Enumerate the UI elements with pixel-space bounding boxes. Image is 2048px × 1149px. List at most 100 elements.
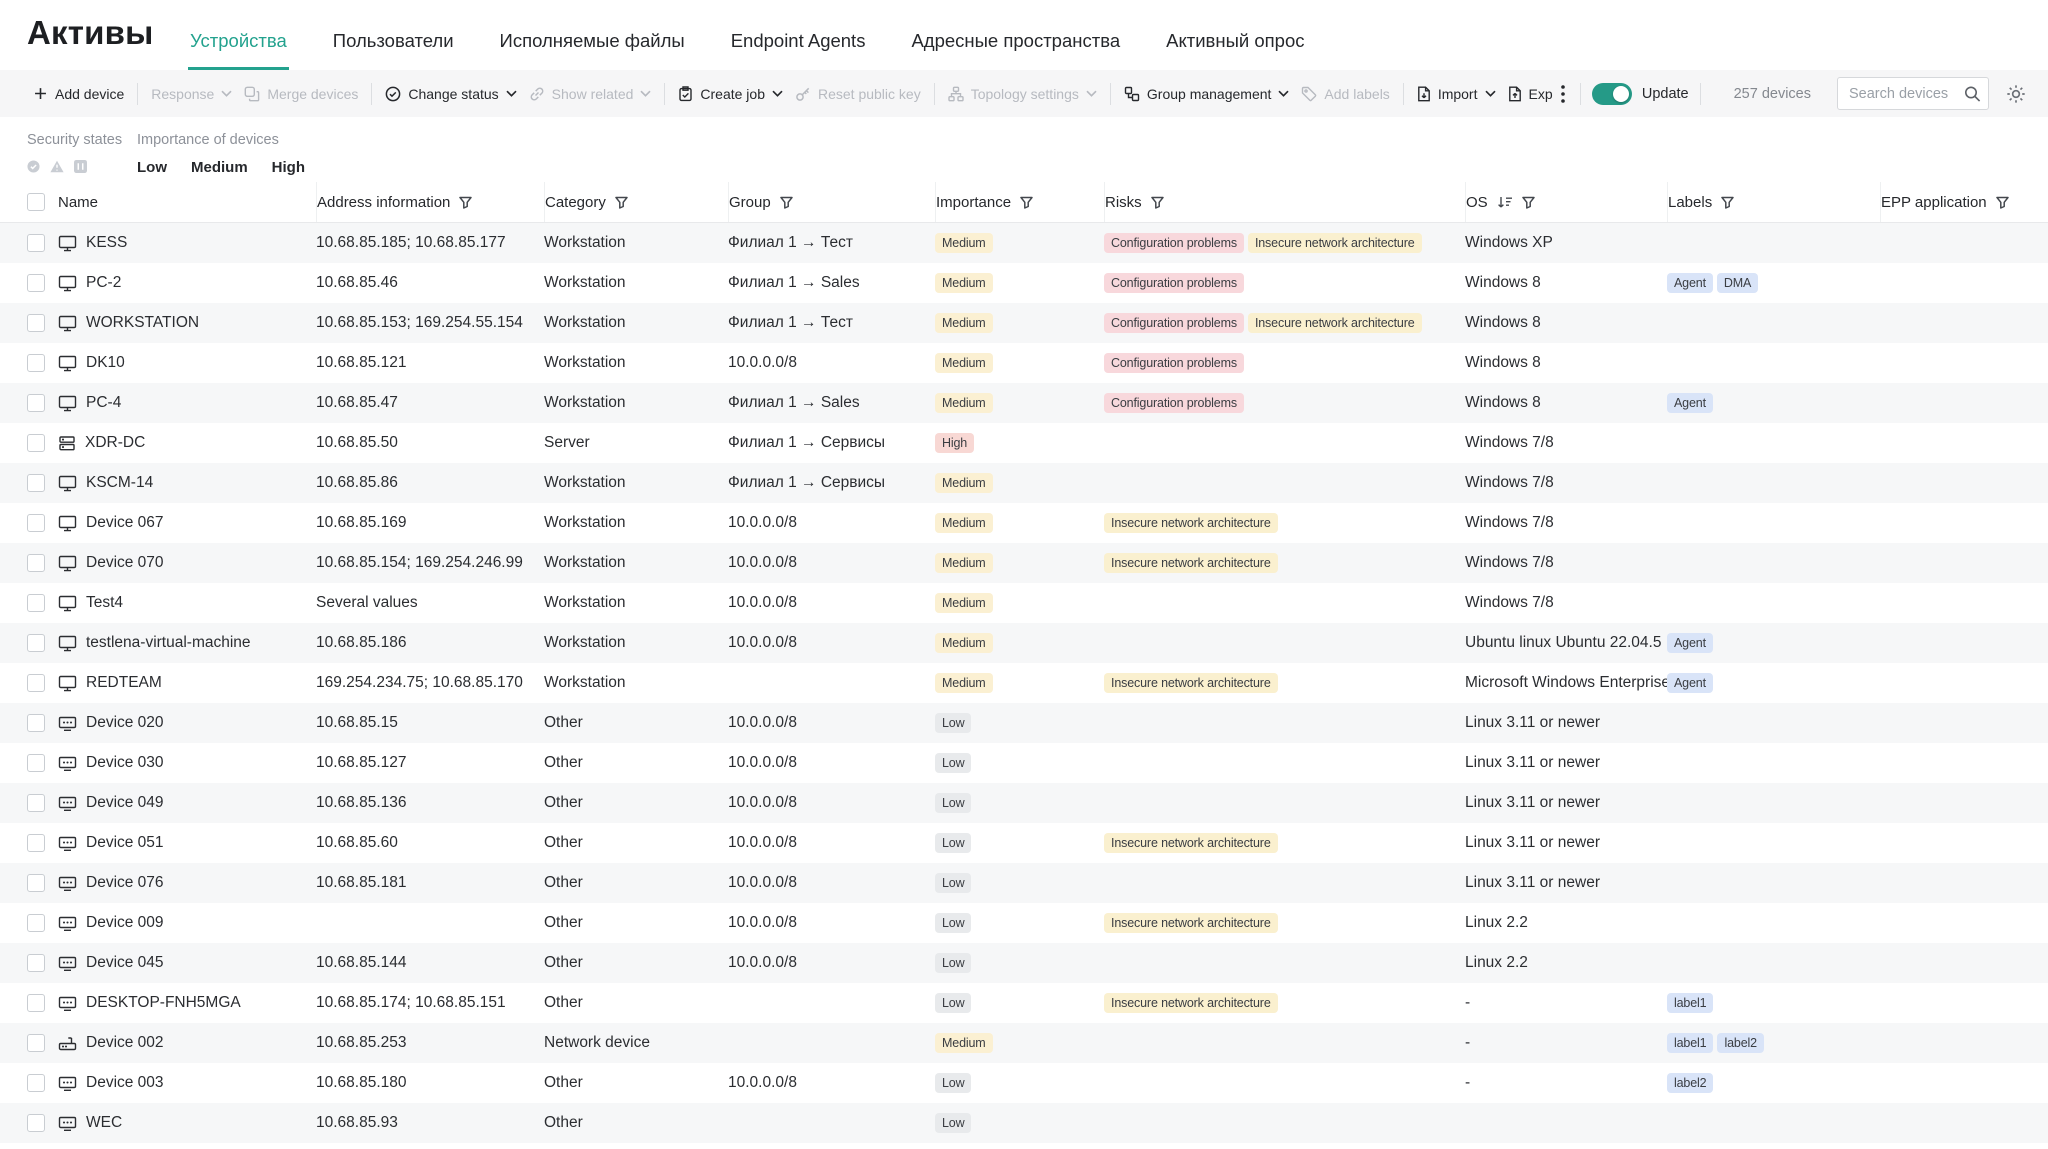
group-management-button[interactable]: Group management: [1118, 80, 1296, 108]
table-row[interactable]: Device 04510.68.85.144Other10.0.0.0/8Low…: [0, 943, 2048, 983]
create-job-button[interactable]: Create job: [672, 80, 789, 108]
row-checkbox[interactable]: [27, 714, 45, 732]
row-checkbox[interactable]: [27, 274, 45, 292]
toolbar: Add deviceResponseMerge devicesChange st…: [0, 70, 2048, 117]
row-checkbox[interactable]: [27, 834, 45, 852]
network-device-icon: [58, 1035, 77, 1051]
filter-icon[interactable]: [1151, 196, 1164, 209]
row-checkbox[interactable]: [27, 1114, 45, 1132]
os-name: Linux 3.11 or newer: [1465, 783, 1667, 823]
table-row[interactable]: Device 00210.68.85.253Network deviceMedi…: [0, 1023, 2048, 1063]
more-actions-button[interactable]: [1553, 81, 1573, 107]
table-row[interactable]: KSCM-1410.68.85.86WorkstationФилиал 1 → …: [0, 463, 2048, 503]
device-category: Other: [544, 983, 728, 1023]
epp-application-cell: [1880, 823, 2048, 863]
table-row[interactable]: WORKSTATION10.68.85.153; 169.254.55.154W…: [0, 303, 2048, 343]
table-row[interactable]: Device 03010.68.85.127Other10.0.0.0/8Low…: [0, 743, 2048, 783]
import-button[interactable]: Import: [1411, 80, 1502, 108]
row-checkbox[interactable]: [27, 514, 45, 532]
row-checkbox[interactable]: [27, 394, 45, 412]
warning-triangle-icon: [50, 160, 64, 173]
filter-icon[interactable]: [1020, 196, 1033, 209]
device-name-cell: REDTEAM: [58, 663, 316, 703]
tab-active-polling[interactable]: Активный опрос: [1164, 30, 1306, 70]
row-checkbox[interactable]: [27, 234, 45, 252]
row-checkbox[interactable]: [27, 594, 45, 612]
export-button[interactable]: Export: [1502, 80, 1553, 108]
row-checkbox[interactable]: [27, 794, 45, 812]
device-name-cell: Test4: [58, 583, 316, 623]
row-checkbox[interactable]: [27, 1034, 45, 1052]
table-row[interactable]: DESKTOP-FNH5MGA10.68.85.174; 10.68.85.15…: [0, 983, 2048, 1023]
risk-badge: Insecure network architecture: [1104, 513, 1278, 533]
device-group: 10.0.0.0/8: [728, 1063, 935, 1103]
device-name: DK10: [86, 354, 125, 372]
filter-icon[interactable]: [459, 196, 472, 209]
update-toggle[interactable]: [1592, 83, 1632, 105]
importance-badge: Medium: [935, 673, 993, 693]
chevron-down-icon: [1086, 90, 1097, 97]
device-category: Workstation: [544, 663, 728, 703]
tab-endpoint-agents[interactable]: Endpoint Agents: [729, 30, 868, 70]
table-row[interactable]: WEC10.68.85.93OtherLow: [0, 1103, 2048, 1143]
table-row[interactable]: Test4Several valuesWorkstation10.0.0.0/8…: [0, 583, 2048, 623]
workstation-icon: [58, 235, 77, 252]
change-status-button[interactable]: Change status: [379, 80, 522, 108]
tab-devices[interactable]: Устройства: [188, 30, 289, 70]
device-name: testlena-virtual-machine: [86, 634, 251, 652]
search-icon[interactable]: [1964, 85, 1981, 102]
table-row[interactable]: Device 07610.68.85.181Other10.0.0.0/8Low…: [0, 863, 2048, 903]
table-row[interactable]: REDTEAM169.254.234.75; 10.68.85.170Works…: [0, 663, 2048, 703]
row-checkbox[interactable]: [27, 634, 45, 652]
filter-icon[interactable]: [1522, 196, 1535, 209]
device-name: WORKSTATION: [86, 314, 199, 332]
row-checkbox[interactable]: [27, 994, 45, 1012]
row-checkbox[interactable]: [27, 554, 45, 572]
table-row[interactable]: DK1010.68.85.121Workstation10.0.0.0/8Med…: [0, 343, 2048, 383]
row-checkbox[interactable]: [27, 674, 45, 692]
importance-badge: Medium: [935, 353, 993, 373]
row-checkbox[interactable]: [27, 314, 45, 332]
table-row[interactable]: Device 00310.68.85.180Other10.0.0.0/8Low…: [0, 1063, 2048, 1103]
row-checkbox[interactable]: [27, 754, 45, 772]
row-checkbox[interactable]: [27, 914, 45, 932]
row-checkbox[interactable]: [27, 434, 45, 452]
table-body: KESS10.68.85.185; 10.68.85.177Workstatio…: [0, 223, 2048, 1143]
row-checkbox[interactable]: [27, 1074, 45, 1092]
filter-icon[interactable]: [780, 196, 793, 209]
table-row[interactable]: Device 02010.68.85.15Other10.0.0.0/8LowL…: [0, 703, 2048, 743]
filter-icon[interactable]: [1721, 196, 1734, 209]
filter-icon[interactable]: [1996, 196, 2009, 209]
filter-icon[interactable]: [615, 196, 628, 209]
row-checkbox[interactable]: [27, 954, 45, 972]
column-header-label: Name: [58, 194, 98, 211]
row-checkbox[interactable]: [27, 474, 45, 492]
table-settings-button[interactable]: [2002, 80, 2030, 108]
table-row[interactable]: XDR-DC10.68.85.50ServerФилиал 1 → Сервис…: [0, 423, 2048, 463]
table-row[interactable]: KESS10.68.85.185; 10.68.85.177Workstatio…: [0, 223, 2048, 263]
table-row[interactable]: Device 04910.68.85.136Other10.0.0.0/8Low…: [0, 783, 2048, 823]
device-label-badge: Agent: [1667, 393, 1713, 413]
add-device-button[interactable]: Add device: [27, 80, 130, 108]
device-category: Other: [544, 943, 728, 983]
row-checkbox[interactable]: [27, 874, 45, 892]
tab-executable-files[interactable]: Исполняемые файлы: [498, 30, 687, 70]
device-label-badge: label1: [1667, 1033, 1713, 1053]
table-row[interactable]: Device 05110.68.85.60Other10.0.0.0/8LowI…: [0, 823, 2048, 863]
row-checkbox[interactable]: [27, 354, 45, 372]
tab-users[interactable]: Пользователи: [331, 30, 456, 70]
status-check-icon: [385, 86, 401, 102]
select-all-checkbox[interactable]: [27, 193, 45, 211]
table-row[interactable]: testlena-virtual-machine10.68.85.186Work…: [0, 623, 2048, 663]
sort-icon[interactable]: [1497, 196, 1513, 209]
table-row[interactable]: Device 009Other10.0.0.0/8LowInsecure net…: [0, 903, 2048, 943]
tab-address-spaces[interactable]: Адресные пространства: [909, 30, 1122, 70]
table-row[interactable]: Device 07010.68.85.154; 169.254.246.99Wo…: [0, 543, 2048, 583]
toolbar-divider: [1110, 83, 1111, 105]
table-row[interactable]: PC-210.68.85.46WorkstationФилиал 1 → Sal…: [0, 263, 2048, 303]
table-row[interactable]: Device 06710.68.85.169Workstation10.0.0.…: [0, 503, 2048, 543]
update-control: Update: [1592, 83, 1689, 105]
server-icon: [58, 435, 76, 452]
table-row[interactable]: PC-410.68.85.47WorkstationФилиал 1 → Sal…: [0, 383, 2048, 423]
device-name-cell: Device 020: [58, 703, 316, 743]
